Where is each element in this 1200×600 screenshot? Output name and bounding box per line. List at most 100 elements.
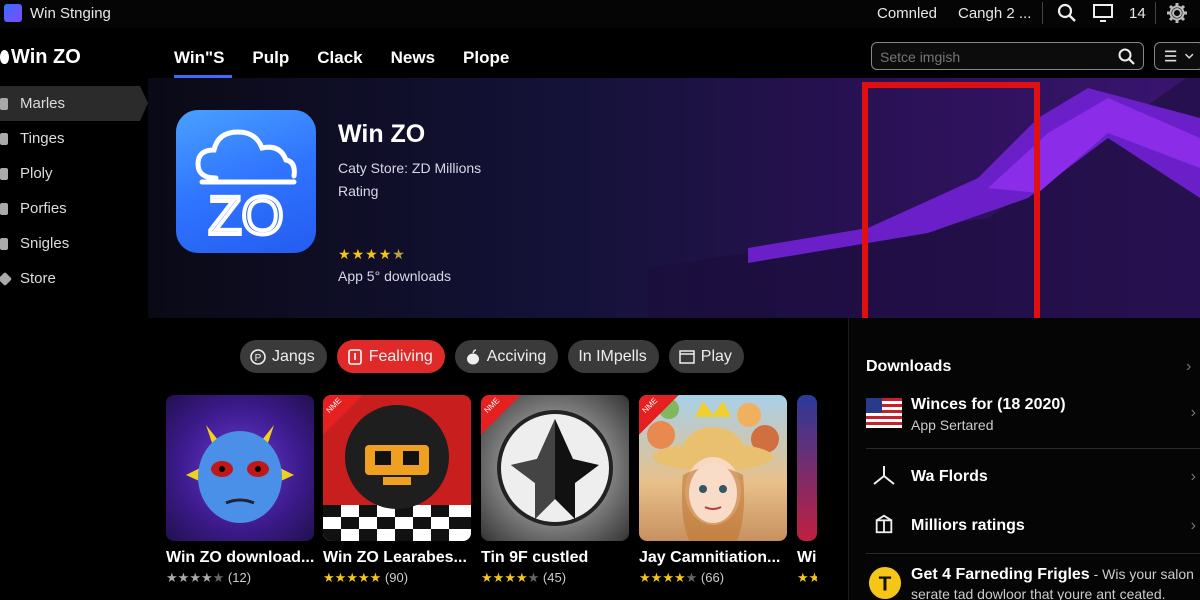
monitor-icon[interactable] bbox=[1092, 2, 1114, 24]
search-icon[interactable] bbox=[1056, 2, 1078, 24]
rating-count: (45) bbox=[542, 570, 567, 585]
divider bbox=[866, 448, 1200, 449]
star-icon: ★ bbox=[334, 570, 347, 585]
search-box[interactable] bbox=[871, 42, 1144, 70]
title-bar: Win Stnging Comnled Cangh 2 ... 14 bbox=[0, 0, 1200, 28]
row-title: Wa Flords bbox=[911, 468, 988, 485]
nav-tab-wins[interactable]: Win"S bbox=[160, 48, 238, 78]
chip-in-impells[interactable]: In IMpells bbox=[568, 340, 659, 373]
sidebar-item-marles[interactable]: Marles bbox=[0, 86, 148, 121]
chip-label: Acciving bbox=[486, 347, 547, 365]
star-icon: ★ bbox=[365, 246, 379, 262]
star-rating: ★★★★★ bbox=[639, 570, 697, 585]
row-title: Milliors ratings bbox=[911, 517, 1025, 534]
divider bbox=[1155, 2, 1156, 24]
star-icon: ★ bbox=[673, 570, 686, 585]
star-icon: ★ bbox=[808, 570, 817, 585]
apple-icon bbox=[466, 348, 479, 364]
star-icon: ★ bbox=[492, 570, 505, 585]
nav-tab-pulp[interactable]: Pulp bbox=[238, 48, 303, 78]
game-card-partial[interactable]: Wi ★★★★★ bbox=[797, 395, 817, 586]
sidebar-item-snigles[interactable]: Snigles bbox=[0, 226, 148, 261]
rating-count: (66) bbox=[700, 570, 725, 585]
game-title: Tin 9F custled bbox=[481, 549, 589, 566]
chip-play[interactable]: Play bbox=[668, 340, 744, 373]
sidebar-item-tinges[interactable]: Tinges bbox=[0, 121, 148, 156]
sidebar-item-porfies[interactable]: Porfies bbox=[0, 191, 148, 226]
star-icon: ★ bbox=[338, 246, 352, 262]
star-icon: ★ bbox=[346, 570, 358, 585]
nav-tab-plope[interactable]: Plope bbox=[449, 48, 523, 78]
game-thumbnail: NME bbox=[323, 395, 471, 541]
t-badge-icon: T bbox=[868, 566, 902, 600]
app-window-icon bbox=[4, 4, 22, 22]
sidebar-item-label: Tinges bbox=[20, 130, 65, 147]
star-icon: ★ bbox=[351, 246, 366, 262]
window-title: Win Stnging bbox=[30, 5, 111, 22]
star-icon: ★ bbox=[639, 570, 651, 585]
row-title: Winces for (18 2020) bbox=[911, 396, 1066, 413]
document-icon bbox=[0, 133, 8, 145]
sidebar-item-ploly[interactable]: Ploly bbox=[0, 156, 148, 191]
music-icon bbox=[0, 238, 8, 250]
game-title: Win ZO download... bbox=[166, 549, 314, 566]
game-card[interactable]: Win ZO download... ★★★★★ (12) bbox=[166, 395, 314, 586]
chip-jangs[interactable]: P Jangs bbox=[240, 340, 327, 373]
star-rating: ★★★★★ bbox=[338, 246, 406, 263]
nav-tab-news[interactable]: News bbox=[377, 48, 449, 78]
star-icon: ★ bbox=[200, 570, 213, 585]
rating-count: (12) bbox=[227, 570, 252, 585]
game-card[interactable]: NME Tin 9F custled ★★★★★ (45) bbox=[481, 395, 629, 586]
menu-button[interactable] bbox=[1154, 42, 1200, 70]
sidebar-item-store[interactable]: Store bbox=[0, 261, 148, 296]
star-icon: ★ bbox=[189, 570, 201, 585]
row-title: Get 4 Farneding Frigles bbox=[911, 566, 1090, 583]
chip-fealiving[interactable]: Fealiving bbox=[336, 340, 445, 373]
folder-icon bbox=[0, 98, 8, 110]
star-icon: ★ bbox=[650, 570, 663, 585]
search-icon[interactable] bbox=[1117, 47, 1137, 67]
star-icon: ★ bbox=[369, 570, 382, 585]
rating-count: (90) bbox=[384, 570, 409, 585]
row-title-suffix: - Wis your salon bbox=[1089, 566, 1194, 582]
cloud-icon: ZO bbox=[195, 129, 297, 248]
chip-acciving[interactable]: Acciving bbox=[454, 340, 559, 373]
sidebar-item-label: Ploly bbox=[20, 165, 53, 182]
profile-icon bbox=[0, 203, 8, 215]
bookmark-icon bbox=[347, 348, 362, 365]
chevron-right-icon: › bbox=[1190, 468, 1196, 485]
star-icon: ★ bbox=[378, 246, 393, 262]
game-thumbnail: NME bbox=[639, 395, 787, 541]
app-icon[interactable]: ZO bbox=[176, 110, 316, 253]
game-title: Jay Camnitiation... bbox=[639, 549, 781, 566]
chevron-right-icon[interactable]: › bbox=[1186, 358, 1191, 376]
game-card[interactable]: NME Jay Camnitiation... ★★★★★ (66) bbox=[639, 395, 787, 586]
download-count: App 5° downloads bbox=[338, 268, 452, 284]
gear-icon[interactable] bbox=[1166, 2, 1188, 24]
star-icon: ★ bbox=[323, 570, 335, 585]
game-title: Win ZO Learabes... bbox=[323, 549, 467, 566]
svg-text:T: T bbox=[879, 573, 892, 596]
us-flag-icon bbox=[866, 398, 902, 428]
star-icon: ★ bbox=[357, 570, 370, 585]
rating-label: Rating bbox=[338, 183, 379, 199]
star-icon: ★ bbox=[481, 570, 493, 585]
notification-count[interactable]: 14 bbox=[1129, 5, 1146, 22]
search-input[interactable] bbox=[880, 47, 1110, 67]
game-thumbnail: NME bbox=[481, 395, 629, 541]
brand-logo[interactable]: Win ZO bbox=[0, 46, 81, 69]
star-icon: ★ bbox=[662, 570, 674, 585]
game-rating: ★★★★★ bbox=[797, 570, 817, 586]
top-nav: Win"S Pulp Clack News Plope bbox=[160, 48, 523, 78]
new-badge: NME bbox=[639, 395, 679, 435]
game-card[interactable]: NME Win ZO Learabes... ★★★★★ (90) bbox=[323, 395, 471, 586]
brand-name: Win ZO bbox=[11, 46, 81, 68]
apple-icon bbox=[0, 50, 9, 64]
game-thumbnail bbox=[797, 395, 817, 541]
star-icon: ★ bbox=[166, 570, 178, 585]
diamond-icon bbox=[0, 271, 13, 287]
app-title: Win ZO bbox=[338, 120, 426, 148]
chip-label: Play bbox=[700, 347, 732, 365]
star-icon: ★ bbox=[392, 246, 406, 262]
nav-tab-clack[interactable]: Clack bbox=[303, 48, 376, 78]
